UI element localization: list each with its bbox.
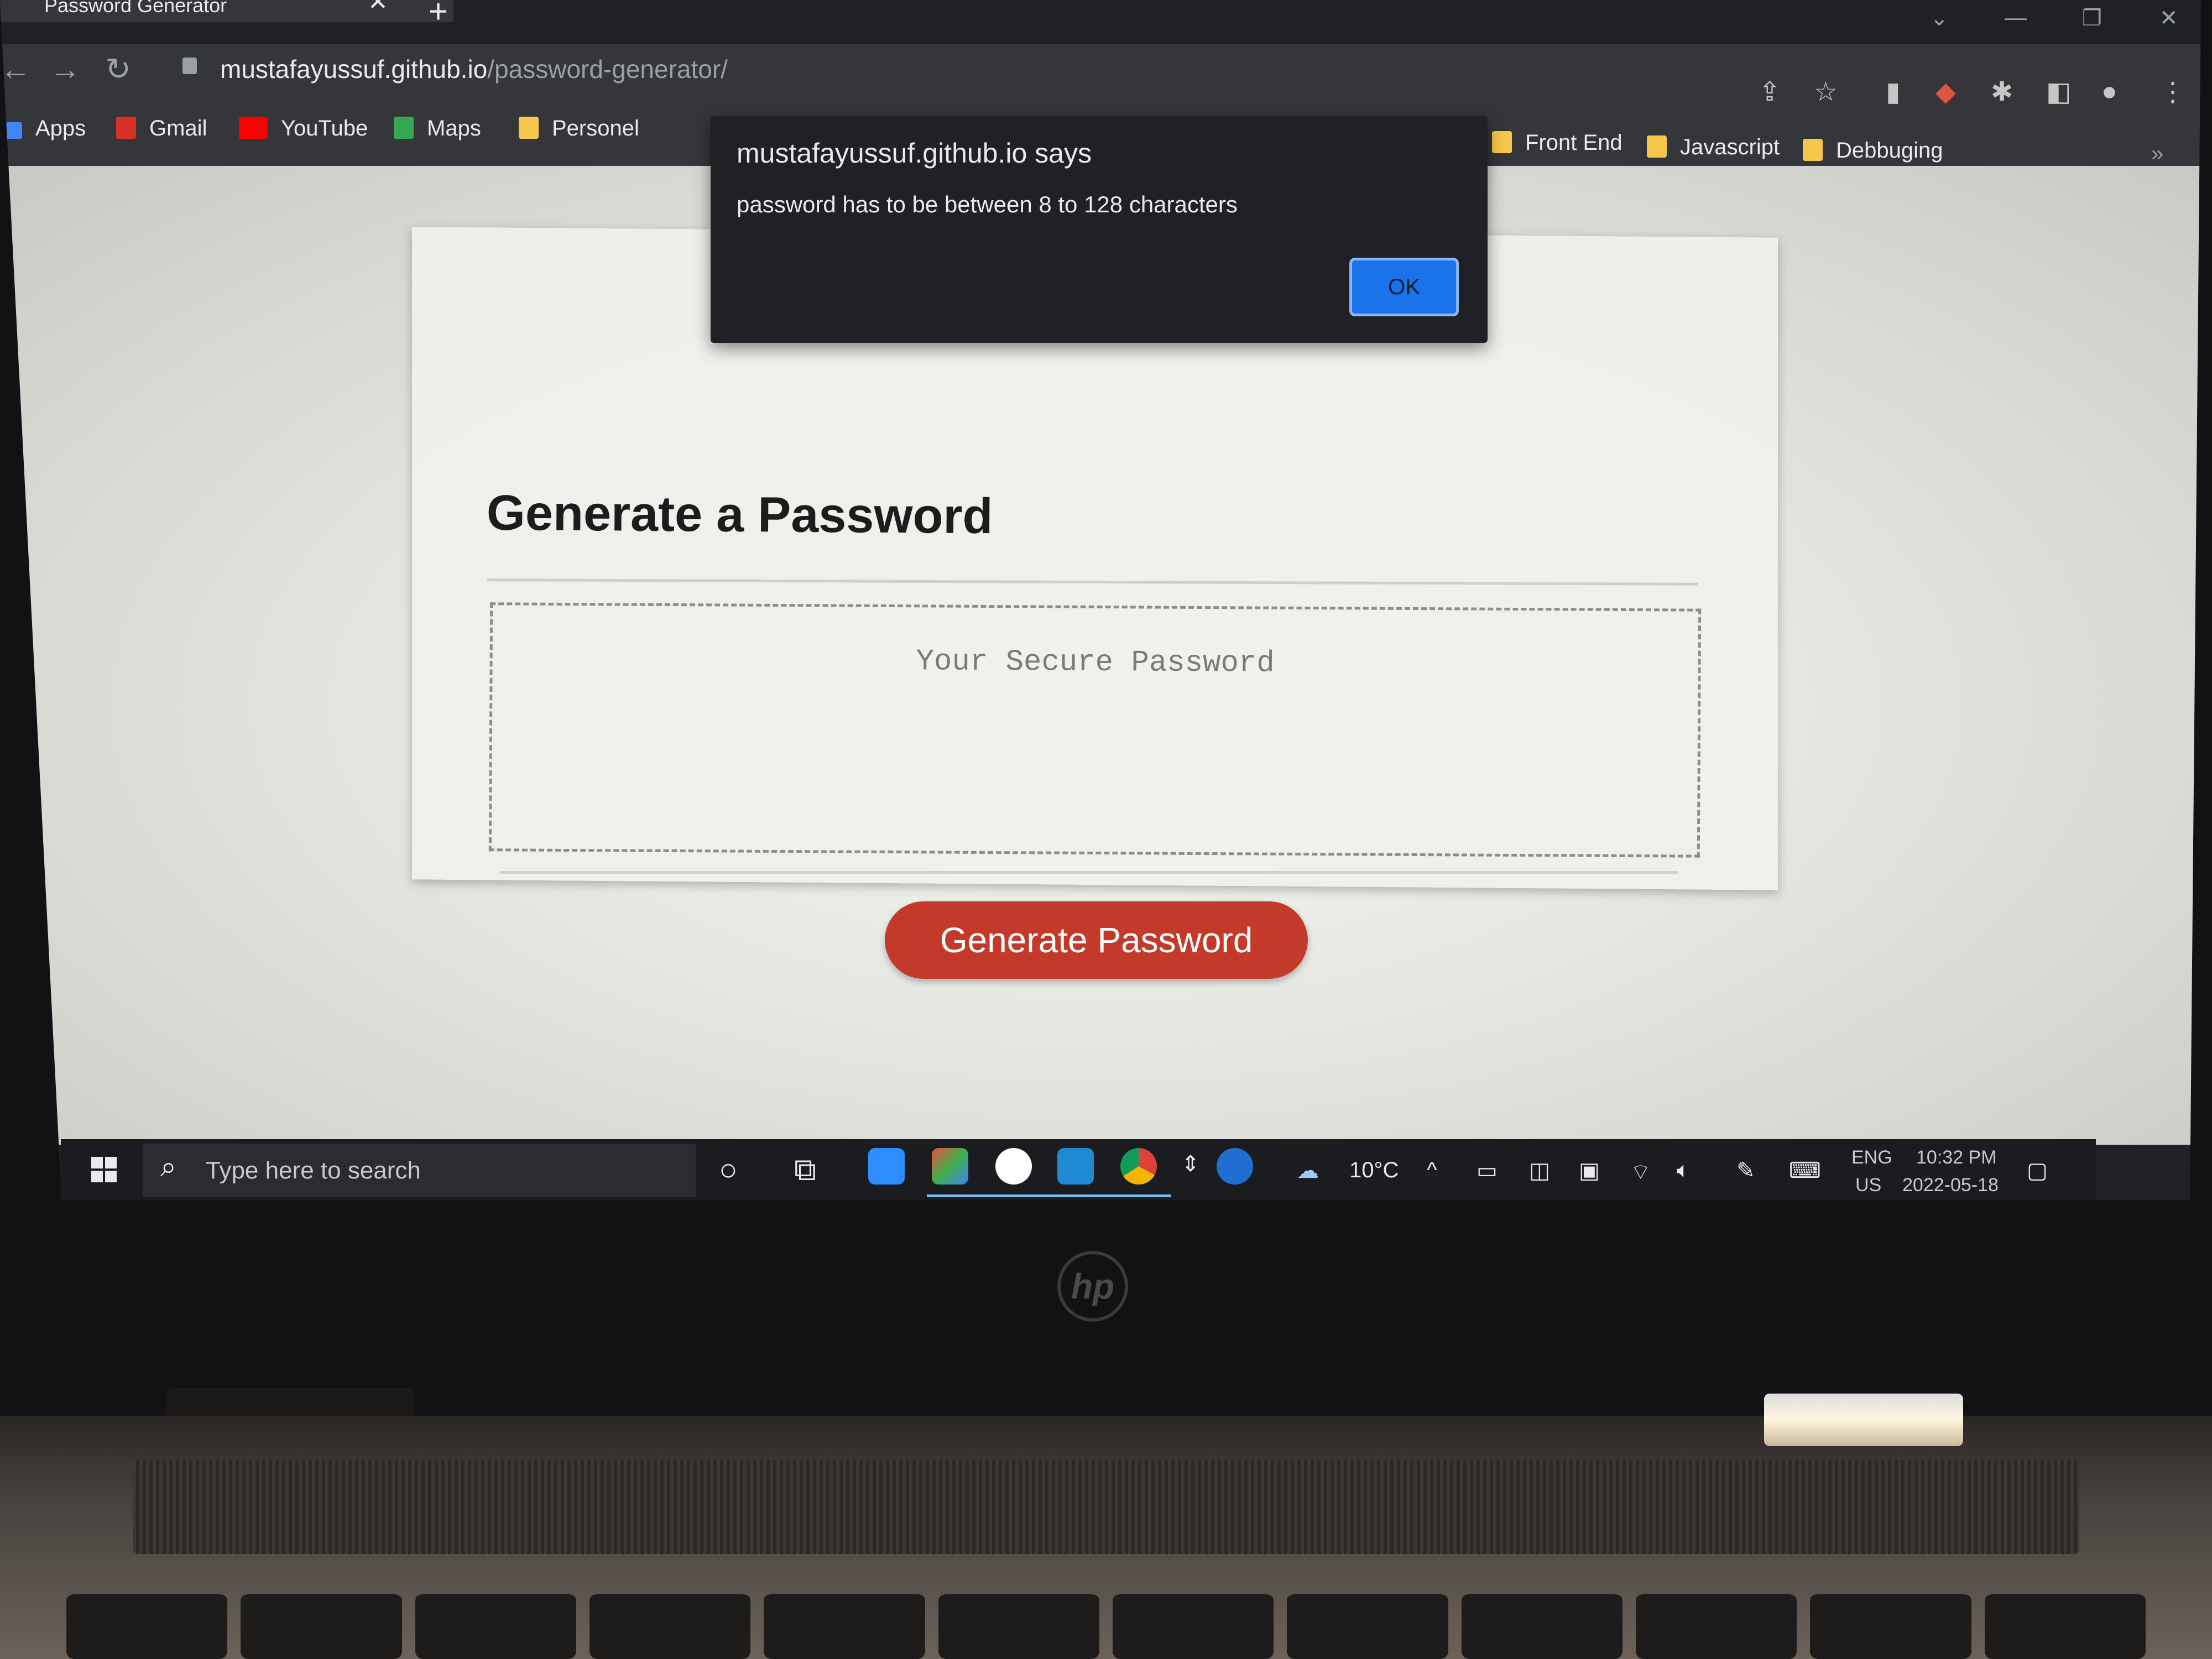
reload-icon[interactable]: ↻ — [105, 51, 131, 87]
running-indicator — [1105, 1194, 1171, 1197]
search-icon: ⌕ — [160, 1151, 177, 1183]
extension-icon[interactable]: ◆ — [1936, 76, 1956, 107]
tab-title: Password Generator — [44, 0, 227, 17]
divider — [500, 871, 1678, 874]
region-label[interactable]: US — [1855, 1175, 1881, 1196]
running-indicator — [1042, 1194, 1108, 1197]
keyboard-row — [66, 1593, 2146, 1659]
side-panel-icon[interactable]: ◧ — [2046, 76, 2071, 107]
keyboard-key — [66, 1593, 228, 1659]
language-label[interactable]: ENG — [1851, 1147, 1892, 1168]
taskbar-search-placeholder: Type here to search — [206, 1157, 421, 1184]
keyboard-key — [1287, 1593, 1448, 1659]
bookmark-youtube[interactable]: YouTube — [239, 116, 368, 141]
back-icon[interactable]: ← — [0, 51, 31, 87]
password-placeholder: Your Secure Password — [916, 645, 1275, 681]
folder-icon — [1492, 131, 1512, 153]
running-indicator — [980, 1194, 1046, 1197]
folder-icon — [519, 117, 539, 139]
forward-icon[interactable]: → — [50, 51, 81, 87]
keyboard-key — [1984, 1593, 2146, 1659]
hinge-reflection — [1764, 1394, 1963, 1446]
git-app-icon[interactable] — [932, 1148, 968, 1185]
tab-search-icon[interactable]: ⌄ — [1930, 6, 1949, 31]
volume-icon[interactable]: 🔈︎ — [1677, 1158, 1690, 1183]
keyboard-key — [415, 1593, 576, 1659]
folder-icon — [1647, 135, 1667, 158]
share-icon[interactable]: ⇪ — [1759, 76, 1781, 107]
pen-icon[interactable]: ✎ — [1736, 1158, 1755, 1183]
task-view-icon[interactable]: ⧉ — [794, 1151, 816, 1188]
keyboard-key — [938, 1593, 1099, 1659]
maximize-icon[interactable]: ❐ — [2082, 6, 2102, 31]
keyboard-key — [1810, 1593, 1971, 1659]
bookmark-personel[interactable]: Personel — [519, 116, 639, 141]
tab-close-icon[interactable]: ✕ — [368, 0, 388, 14]
hp-logo: hp — [1057, 1251, 1128, 1322]
scroll-arrows-icon[interactable]: ⇕ — [1181, 1151, 1200, 1177]
close-window-icon[interactable]: ✕ — [2159, 6, 2178, 31]
chrome-app-icon[interactable] — [1120, 1148, 1157, 1185]
lock-icon[interactable] — [182, 58, 197, 74]
dialog-title: mustafayussuf.github.io says — [737, 138, 1092, 169]
minimize-icon[interactable]: — — [2005, 6, 2027, 30]
bookmark-maps[interactable]: Maps — [394, 116, 481, 141]
bookmark-star-icon[interactable]: ☆ — [1814, 76, 1838, 107]
windows-start-icon[interactable] — [91, 1157, 118, 1183]
apps-icon — [6, 122, 22, 139]
dialog-message: password has to be between 8 to 128 char… — [737, 191, 1238, 217]
keyboard-key — [589, 1593, 751, 1659]
meet-icon[interactable]: ◫ — [1529, 1158, 1550, 1183]
youtube-icon — [239, 117, 268, 139]
new-tab-icon[interactable]: + — [429, 0, 448, 30]
page-title: Generate a Password — [486, 485, 993, 545]
profile-icon[interactable]: ● — [2101, 76, 2117, 107]
vscode-app-icon[interactable] — [1057, 1148, 1094, 1185]
folder-icon — [1803, 139, 1823, 161]
keyboard-key — [241, 1593, 402, 1659]
help-app-icon[interactable] — [1217, 1148, 1253, 1185]
screen: Password Generator ✕ + ⌄ — ❐ ✕ ← → ↻ mus… — [0, 0, 2201, 1200]
gmail-icon — [116, 117, 136, 139]
device-icon[interactable]: ▭ — [1477, 1158, 1498, 1183]
weather-temperature[interactable]: 10°C — [1349, 1158, 1399, 1183]
display-icon[interactable]: ▣ — [1579, 1158, 1600, 1183]
generate-password-button[interactable]: Generate Password — [885, 901, 1308, 979]
keyboard-icon[interactable]: ⌨ — [1789, 1158, 1821, 1183]
url-path: /password-generator/ — [487, 55, 728, 84]
cloud-icon[interactable]: ☁ — [1297, 1158, 1319, 1183]
bookmark-gmail[interactable]: Gmail — [116, 116, 207, 141]
clock-time[interactable]: 10:32 PM — [1916, 1147, 1997, 1168]
bookmarks-overflow-icon[interactable]: » — [2151, 142, 2163, 166]
keyboard-key — [1112, 1593, 1274, 1659]
maps-icon — [394, 117, 414, 139]
bookmark-apps[interactable]: Apps — [6, 116, 86, 141]
speaker-grille — [133, 1460, 2079, 1554]
browser-tab[interactable]: Password Generator ✕ — [0, 0, 453, 22]
zoom-app-icon[interactable] — [868, 1148, 905, 1185]
cortana-icon[interactable]: ○ — [719, 1151, 738, 1187]
keyboard-key — [764, 1593, 925, 1659]
notifications-icon[interactable]: ▢ — [2027, 1158, 2048, 1183]
puzzle-icon[interactable]: ✱ — [1991, 76, 2013, 107]
keyboard-key — [1461, 1593, 1623, 1659]
ok-button[interactable]: OK — [1349, 258, 1459, 316]
bookmark-javascript[interactable]: Javascript — [1647, 135, 1780, 160]
extension-icon[interactable]: ▮ — [1886, 76, 1900, 107]
menu-icon[interactable]: ⋮ — [2159, 76, 2186, 107]
clock-date[interactable]: 2022-05-18 — [1902, 1175, 1999, 1196]
slack-app-icon[interactable] — [995, 1148, 1032, 1185]
password-output[interactable]: Your Secure Password — [488, 602, 1702, 858]
url-host: mustafayussuf.github.io — [220, 55, 488, 84]
address-bar[interactable]: mustafayussuf.github.io/password-generat… — [220, 54, 728, 84]
wifi-icon[interactable]: ⌔ — [1630, 1158, 1651, 1186]
keyboard-key — [1635, 1593, 1797, 1659]
bookmark-front-end[interactable]: Front End — [1492, 131, 1623, 155]
chevron-up-icon[interactable]: ^ — [1427, 1158, 1437, 1183]
bookmark-debbuging[interactable]: Debbuging — [1803, 138, 1943, 163]
